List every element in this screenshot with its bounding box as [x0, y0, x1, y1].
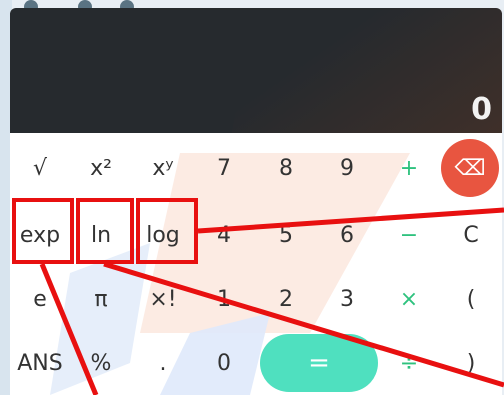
one-button[interactable]: 1 — [194, 269, 254, 329]
three-button[interactable]: 3 — [317, 269, 377, 329]
e-button[interactable]: e — [10, 269, 70, 329]
backspace-button[interactable]: ⌫ — [441, 139, 499, 197]
calculator-window: 0 √ x² xʸ 7 8 9 + ⌫ exp ln log 4 5 6 − C… — [10, 8, 502, 395]
exp-button[interactable]: exp — [10, 205, 70, 265]
display-value: 0 — [471, 92, 492, 127]
sqrt-button[interactable]: √ — [10, 138, 70, 198]
power-button[interactable]: xʸ — [133, 138, 193, 198]
five-button[interactable]: 5 — [256, 205, 316, 265]
seven-button[interactable]: 7 — [194, 138, 254, 198]
percent-button[interactable]: % — [71, 333, 131, 393]
four-button[interactable]: 4 — [194, 205, 254, 265]
minus-button[interactable]: − — [379, 205, 439, 265]
log-button[interactable]: log — [133, 205, 193, 265]
nine-button[interactable]: 9 — [317, 138, 377, 198]
two-button[interactable]: 2 — [256, 269, 316, 329]
ln-button[interactable]: ln — [71, 205, 131, 265]
calculator-display: 0 — [10, 8, 502, 133]
eight-button[interactable]: 8 — [256, 138, 316, 198]
divide-button[interactable]: ÷ — [379, 333, 439, 393]
zero-button[interactable]: 0 — [194, 333, 254, 393]
dot-button[interactable]: . — [133, 333, 193, 393]
times-button[interactable]: × — [379, 269, 439, 329]
left-paren-button[interactable]: ( — [441, 269, 501, 329]
ans-button[interactable]: ANS — [10, 333, 70, 393]
right-paren-button[interactable]: ) — [441, 333, 501, 393]
square-button[interactable]: x² — [71, 138, 131, 198]
six-button[interactable]: 6 — [317, 205, 377, 265]
backspace-icon: ⌫ — [454, 155, 486, 181]
equals-button[interactable]: = — [260, 334, 378, 392]
plus-button[interactable]: + — [379, 138, 439, 198]
pi-button[interactable]: π — [71, 269, 131, 329]
factorial-button[interactable]: ×! — [133, 269, 193, 329]
display-tint — [225, 8, 502, 133]
clear-button[interactable]: C — [441, 205, 501, 265]
